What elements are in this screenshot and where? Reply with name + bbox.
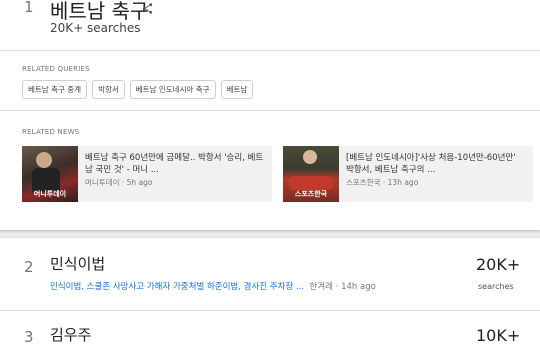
news-meta: 머니투데이 · 5h ago bbox=[85, 178, 153, 187]
news-source: 머니투데이 bbox=[85, 178, 120, 187]
divider bbox=[0, 310, 540, 311]
query-chip[interactable]: 베트남 인도네시아 축구 bbox=[129, 80, 216, 99]
thumbnail-caption: 머니투데이 bbox=[33, 190, 67, 198]
trend-count: 10K+ bbox=[476, 326, 521, 345]
related-queries-label: RELATED QUERIES bbox=[22, 65, 90, 73]
news-item[interactable]: 스포츠한국 [베트남 인도네시아]'사상 처음-10년만-60년만' 박항서, … bbox=[283, 146, 533, 202]
share-icon[interactable] bbox=[141, 2, 154, 15]
trend-count: 20K+ bbox=[476, 255, 521, 274]
related-news-label: RELATED NEWS bbox=[22, 128, 80, 136]
trend-count-label: searches bbox=[478, 282, 514, 291]
query-chip[interactable]: 베트남 bbox=[220, 80, 254, 99]
trend-rank: 2 bbox=[24, 258, 34, 276]
trend-title[interactable]: 민식이법 bbox=[50, 253, 105, 274]
thumbnail-caption: 스포츠한국 bbox=[294, 190, 328, 198]
news-time: 5h ago bbox=[126, 178, 153, 187]
related-queries: 베트남 축구 중계 박항서 베트남 인도네시아 축구 베트남 bbox=[22, 80, 254, 99]
trend-card-2: 2 민식이법 민식이법, 스쿨존 사망사고 가해자 가중처벌 하준이법, 경사진… bbox=[0, 238, 540, 348]
trend-rank: 3 bbox=[24, 328, 34, 346]
trend-rank: 1 bbox=[24, 0, 34, 16]
trend-card-1: 1 베트남 축구 20K+ searches RELATED QUERIES 베… bbox=[0, 0, 540, 230]
query-chip[interactable]: 박항서 bbox=[92, 80, 125, 99]
query-chip[interactable]: 베트남 축구 중계 bbox=[22, 80, 88, 99]
divider bbox=[0, 50, 540, 51]
trend-source: 한겨레 · 14h ago bbox=[309, 282, 376, 292]
news-time: 13h ago bbox=[387, 178, 419, 187]
news-thumbnail: 머니투데이 bbox=[22, 146, 78, 202]
divider bbox=[0, 110, 540, 111]
news-source: 스포츠한국 bbox=[346, 178, 381, 187]
news-thumbnail: 스포츠한국 bbox=[283, 146, 339, 202]
news-title[interactable]: 베트남 축구 60년만에 금메달.. 박항서 '승리, 베트남 국민 것' - … bbox=[85, 152, 265, 176]
trend-subtitle[interactable]: 민식이법, 스쿨존 사망사고 가해자 가중처벌 하준이법, 경사진 주차장 ..… bbox=[50, 280, 376, 292]
news-title[interactable]: [베트남 인도네시아]'사상 처음-10년만-60년만' 박항서, 베트남 축구… bbox=[346, 152, 526, 176]
news-item[interactable]: 머니투데이 베트남 축구 60년만에 금메달.. 박항서 '승리, 베트남 국민… bbox=[22, 146, 272, 202]
trend-subtitle-text[interactable]: 민식이법, 스쿨존 사망사고 가해자 가중처벌 하준이법, 경사진 주차장 ..… bbox=[50, 282, 304, 292]
trend-searches: 20K+ searches bbox=[50, 21, 141, 35]
news-meta: 스포츠한국 · 13h ago bbox=[346, 178, 419, 187]
